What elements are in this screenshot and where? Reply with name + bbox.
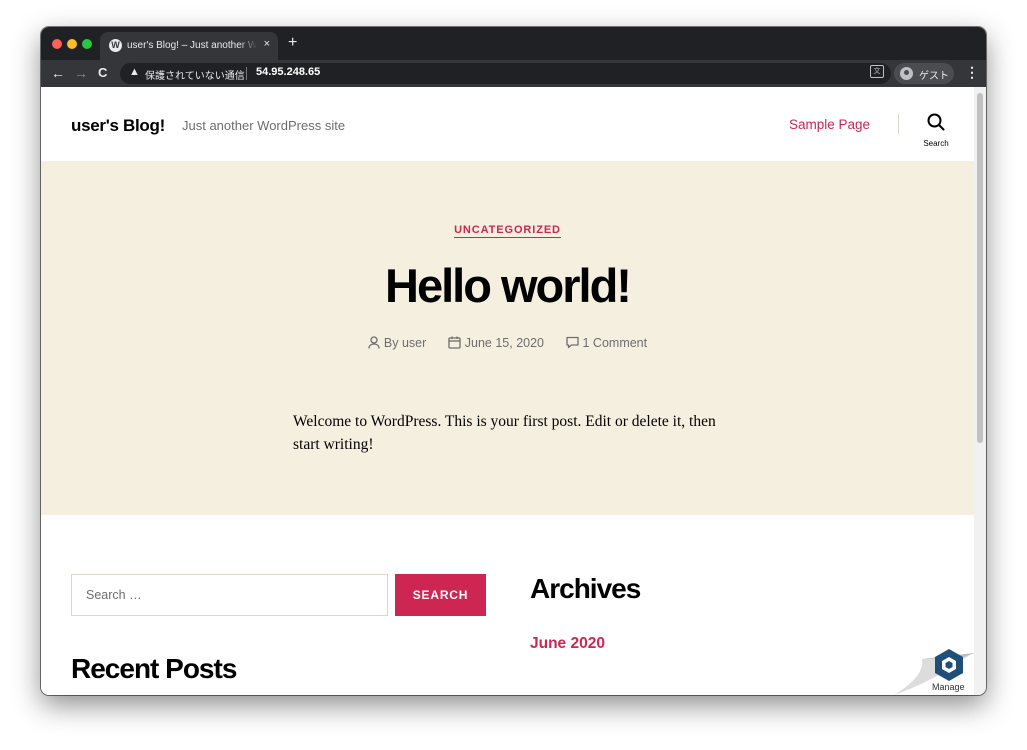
archives-heading: Archives	[530, 573, 641, 604]
warning-icon[interactable]: ▲	[129, 66, 140, 78]
browser-window: W user's Blog! – Just another WordPress …	[41, 27, 986, 695]
profile-icon	[900, 67, 913, 80]
web-page: user's Blog! Just another WordPress site…	[41, 87, 974, 695]
post-author-link[interactable]: By user	[384, 336, 426, 350]
maximize-window-button[interactable]	[82, 39, 92, 49]
archive-link-june-2020[interactable]: June 2020	[530, 635, 605, 653]
tab-title: user's Blog! – Just another WordPress si…	[127, 40, 257, 51]
post-date-link[interactable]: June 15, 2020	[465, 336, 544, 350]
scrollbar-thumb[interactable]	[977, 93, 983, 443]
forward-arrow-icon[interactable]: →	[74, 65, 88, 81]
browser-tab[interactable]: W user's Blog! – Just another WordPress …	[100, 32, 278, 60]
browser-toolbar: ← → C ▲ 保護されていない通信 54.95.248.65 文 ゲスト ⋮	[41, 60, 986, 87]
category-row: UNCATEGORIZED	[41, 220, 974, 238]
search-toggle-label: Search	[923, 139, 949, 148]
post-author: By user	[368, 336, 426, 350]
page-scrollbar[interactable]	[974, 87, 986, 695]
back-arrow-icon[interactable]: ←	[51, 65, 65, 81]
site-title[interactable]: user's Blog!	[71, 116, 165, 136]
profile-button[interactable]: ゲスト	[894, 63, 954, 84]
search-toggle-button[interactable]: Search	[919, 113, 953, 149]
nav-sample-page-link[interactable]: Sample Page	[789, 117, 870, 132]
recent-posts-heading: Recent Posts	[71, 653, 237, 684]
post-meta: By user June 15, 2020 1 Comment	[41, 335, 974, 350]
tab-strip: W user's Blog! – Just another WordPress …	[41, 27, 986, 60]
search-icon	[927, 113, 945, 131]
wordpress-favicon-icon: W	[109, 39, 122, 52]
post-title: Hello world!	[385, 259, 632, 312]
url-text[interactable]: 54.95.248.65	[256, 66, 320, 78]
tab-close-icon[interactable]: ×	[264, 38, 270, 50]
translate-icon[interactable]: 文	[870, 65, 884, 78]
user-icon	[368, 336, 380, 349]
minimize-window-button[interactable]	[67, 39, 77, 49]
manage-logo-icon	[935, 649, 963, 681]
address-bar[interactable]: ▲ 保護されていない通信 54.95.248.65	[120, 63, 891, 84]
post-comments: 1 Comment	[565, 336, 648, 350]
site-description: Just another WordPress site	[182, 118, 346, 133]
manage-widget[interactable]: Manage	[894, 649, 974, 695]
comment-icon	[565, 336, 579, 348]
search-input[interactable]	[71, 574, 388, 616]
menu-dots-icon[interactable]: ⋮	[965, 64, 979, 80]
profile-label: ゲスト	[919, 71, 949, 82]
post-comments-link[interactable]: 1 Comment	[583, 336, 648, 350]
nav-divider	[898, 114, 899, 134]
post-header: UNCATEGORIZED Hello world! By user June …	[41, 161, 974, 515]
category-link[interactable]: UNCATEGORIZED	[454, 224, 561, 238]
manage-label: Manage	[932, 682, 965, 692]
address-divider	[246, 67, 247, 80]
calendar-icon	[448, 336, 461, 349]
close-window-button[interactable]	[52, 39, 62, 49]
post-date: June 15, 2020	[448, 336, 544, 350]
security-label[interactable]: 保護されていない通信	[145, 67, 245, 82]
post-body: Welcome to WordPress. This is your first…	[293, 413, 716, 453]
reload-icon[interactable]: C	[98, 65, 107, 81]
search-button[interactable]: SEARCH	[395, 574, 486, 616]
new-tab-button[interactable]: +	[288, 35, 297, 51]
